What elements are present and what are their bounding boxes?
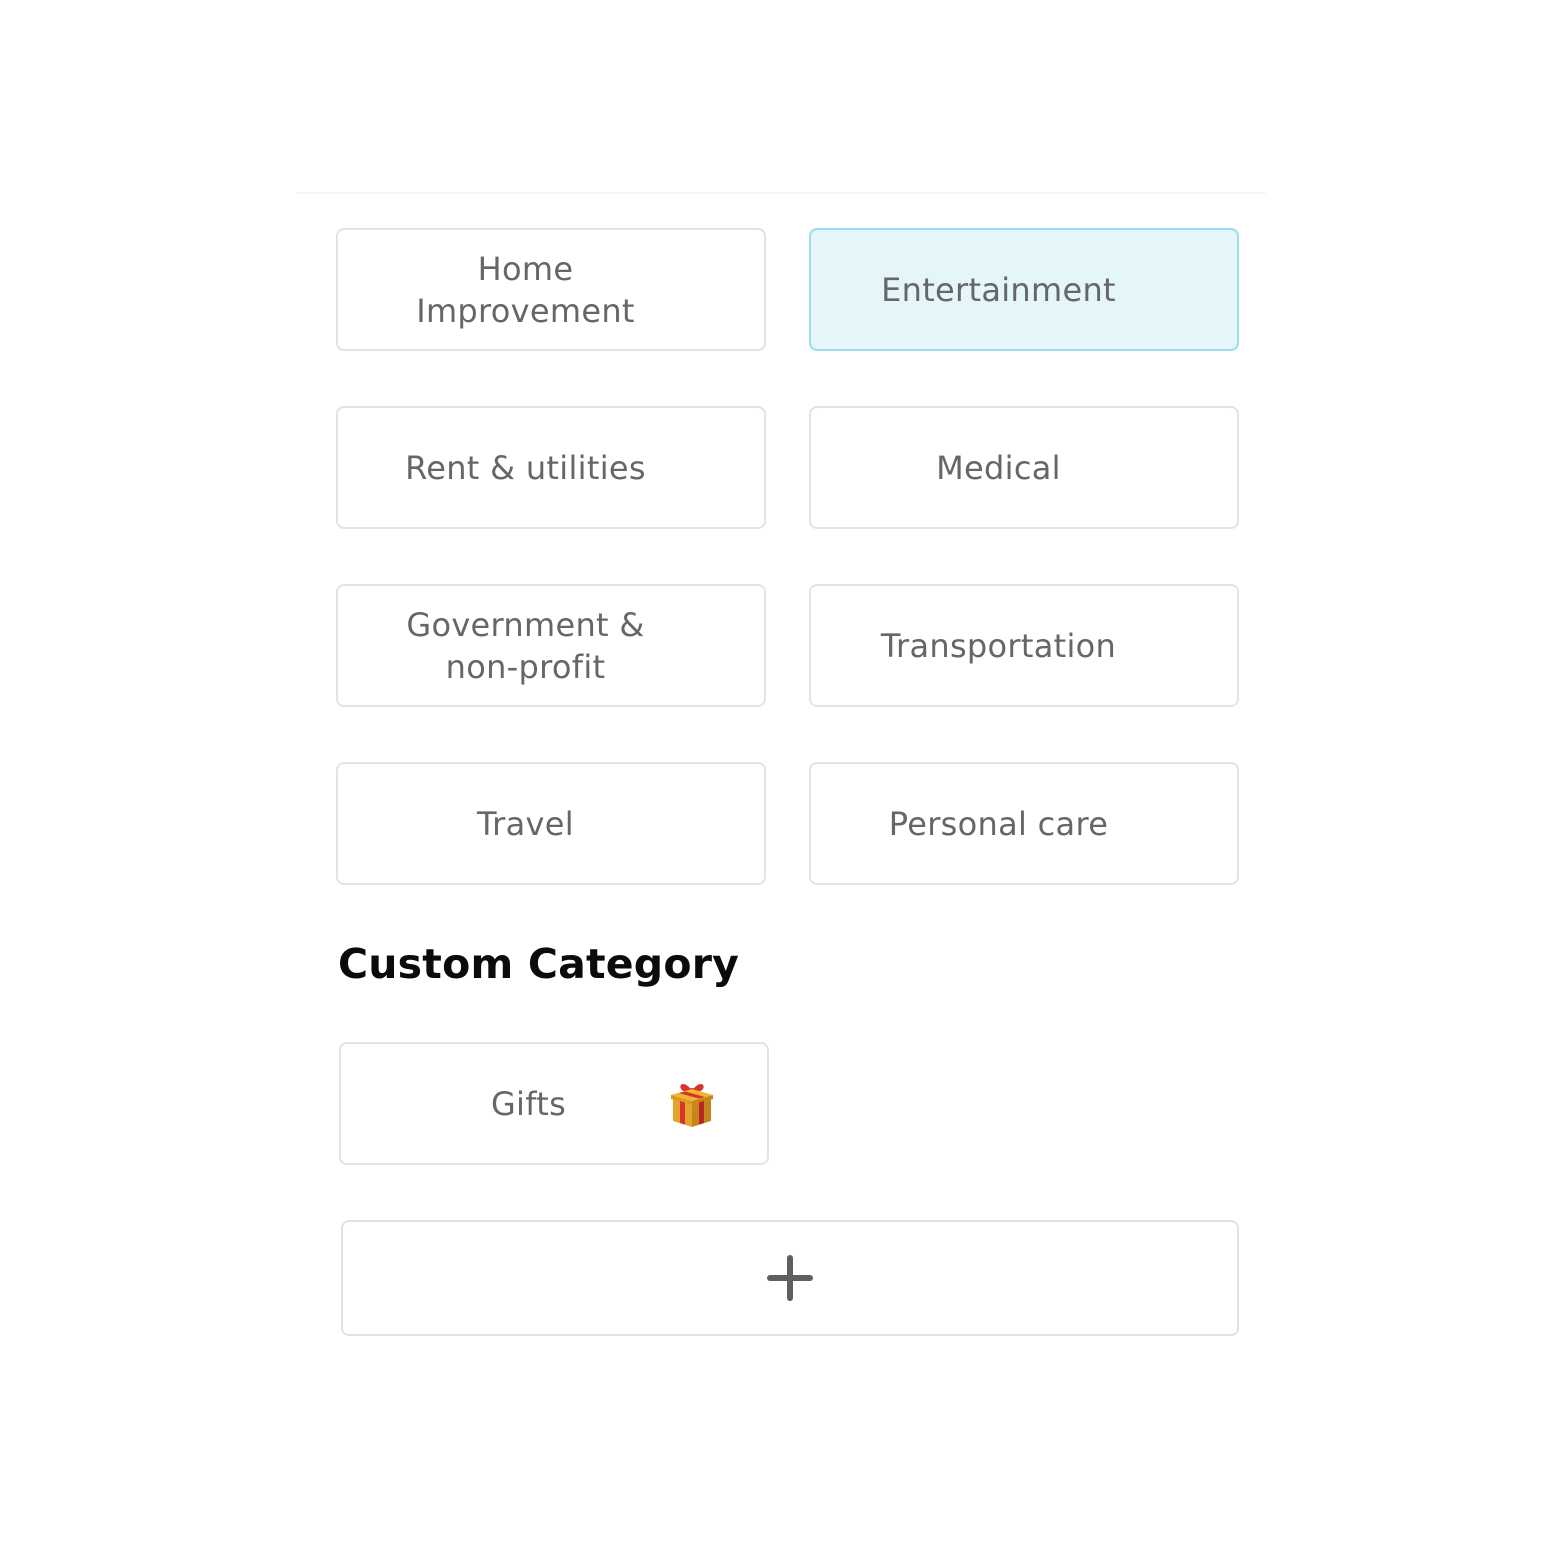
gift-icon (671, 1084, 713, 1127)
custom-category-title: Custom Category (338, 940, 740, 988)
top-divider (296, 192, 1266, 194)
category-government-non-profit[interactable]: Government & non-profit (336, 584, 766, 707)
category-personal-care[interactable]: Personal care (809, 762, 1239, 885)
plus-icon (767, 1255, 813, 1301)
category-label: Travel (477, 804, 574, 843)
category-travel[interactable]: Travel (336, 762, 766, 885)
category-label: Medical (936, 448, 1061, 487)
category-home-improvement[interactable]: Home Improvement (336, 228, 766, 351)
category-label: Home Improvement (416, 249, 635, 330)
category-transportation[interactable]: Transportation (809, 584, 1239, 707)
category-medical[interactable]: Medical (809, 406, 1239, 529)
add-custom-category-button[interactable] (341, 1220, 1239, 1336)
category-rent-utilities[interactable]: Rent & utilities (336, 406, 766, 529)
category-label: Gifts (490, 1084, 567, 1123)
category-label: Entertainment (881, 270, 1116, 309)
category-label: Rent & utilities (405, 448, 646, 487)
category-label: Personal care (888, 804, 1109, 843)
category-label: Government & non-profit (406, 605, 645, 686)
category-label: Transportation (880, 626, 1117, 665)
category-entertainment[interactable]: Entertainment (809, 228, 1239, 351)
